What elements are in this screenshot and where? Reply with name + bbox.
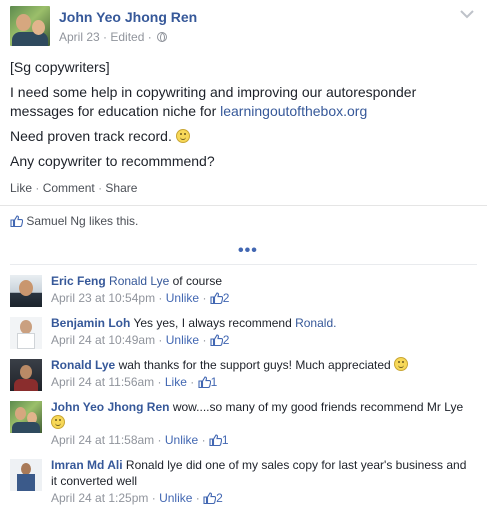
comment-meta: April 24 at 11:56am · Like · 1 (51, 375, 218, 389)
thumbs-up-icon (209, 434, 223, 447)
view-more-comments[interactable]: ••• (238, 242, 258, 260)
mention-link[interactable]: Ronald. (295, 316, 336, 330)
like-button[interactable]: Like (10, 181, 32, 195)
commenter-name[interactable]: Benjamin Loh (51, 316, 130, 330)
post-actions: Like · Comment · Share (10, 181, 138, 195)
post-link[interactable]: learningoutofthebox.org (220, 103, 367, 119)
post-paragraph-2: Need proven track record. (10, 127, 475, 146)
comment-meta: April 24 at 1:25pm · Unlike · 2 (51, 491, 223, 505)
unlike-button[interactable]: Unlike (165, 433, 198, 447)
commenter-name[interactable]: Ronald Lye (51, 358, 115, 372)
smiley-icon (175, 129, 190, 143)
comment-button[interactable]: Comment (43, 181, 95, 195)
share-button[interactable]: Share (105, 181, 137, 195)
likes-summary: Samuel Ng likes this. (10, 214, 138, 228)
globe-icon[interactable] (157, 32, 168, 42)
thumbs-up-icon (210, 334, 223, 347)
comment-time[interactable]: April 24 at 10:49am (51, 333, 155, 347)
divider (10, 264, 477, 265)
comment-meta: April 24 at 10:49am · Unlike · 2 (51, 333, 230, 347)
post-paragraph-3: Any copywriter to recommmend? (10, 153, 215, 169)
comment-time[interactable]: April 24 at 11:58am (51, 433, 154, 447)
like-count[interactable]: 2 (216, 491, 223, 505)
smiley-icon (51, 415, 65, 429)
commenter-avatar[interactable] (10, 359, 42, 391)
commenter-avatar[interactable] (10, 401, 42, 433)
like-button[interactable]: Like (165, 375, 187, 389)
thumbs-up-icon (198, 376, 211, 389)
author-avatar[interactable] (10, 6, 50, 46)
comment-time[interactable]: April 24 at 1:25pm (51, 491, 148, 505)
like-count[interactable]: 2 (223, 291, 230, 305)
unlike-button[interactable]: Unlike (159, 491, 192, 505)
facebook-post: John Yeo Jhong Ren April 23 · Edited · [… (0, 0, 487, 507)
commenter-name[interactable]: Imran Md Ali (51, 458, 123, 472)
commenter-avatar[interactable] (10, 317, 42, 349)
post-date[interactable]: April 23 (59, 30, 100, 44)
like-count[interactable]: 1 (211, 375, 218, 389)
comment-time[interactable]: April 24 at 11:56am (51, 375, 154, 389)
mention-link[interactable]: Ronald Lye (109, 274, 169, 288)
commenter-avatar[interactable] (10, 275, 42, 307)
thumbs-up-icon (210, 292, 223, 305)
unlike-button[interactable]: Unlike (166, 291, 199, 305)
unlike-button[interactable]: Unlike (166, 333, 199, 347)
post-author-name[interactable]: John Yeo Jhong Ren (59, 9, 197, 25)
post-tag-line: [Sg copywriters] (10, 59, 110, 75)
commenter-avatar[interactable] (10, 459, 42, 491)
post-edited[interactable]: Edited (110, 30, 144, 44)
comment-meta: April 24 at 11:58am · Unlike · 1 (51, 433, 229, 447)
like-count[interactable]: 2 (223, 333, 230, 347)
post-paragraph-1: I need some help in copywriting and impr… (10, 84, 417, 119)
chevron-down-icon[interactable] (459, 8, 475, 20)
like-count[interactable]: 1 (222, 433, 229, 447)
thumbs-up-icon (203, 492, 217, 505)
smiley-icon (394, 357, 409, 371)
likes-text[interactable]: Samuel Ng likes this. (26, 214, 138, 228)
divider (0, 205, 487, 206)
post-meta: April 23 · Edited · (59, 30, 168, 44)
comment-time[interactable]: April 23 at 10:54pm (51, 291, 155, 305)
commenter-name[interactable]: Eric Feng (51, 274, 106, 288)
thumbs-up-icon (10, 215, 24, 228)
comment-meta: April 23 at 10:54pm · Unlike · 2 (51, 291, 230, 305)
commenter-name[interactable]: John Yeo Jhong Ren (51, 400, 169, 414)
